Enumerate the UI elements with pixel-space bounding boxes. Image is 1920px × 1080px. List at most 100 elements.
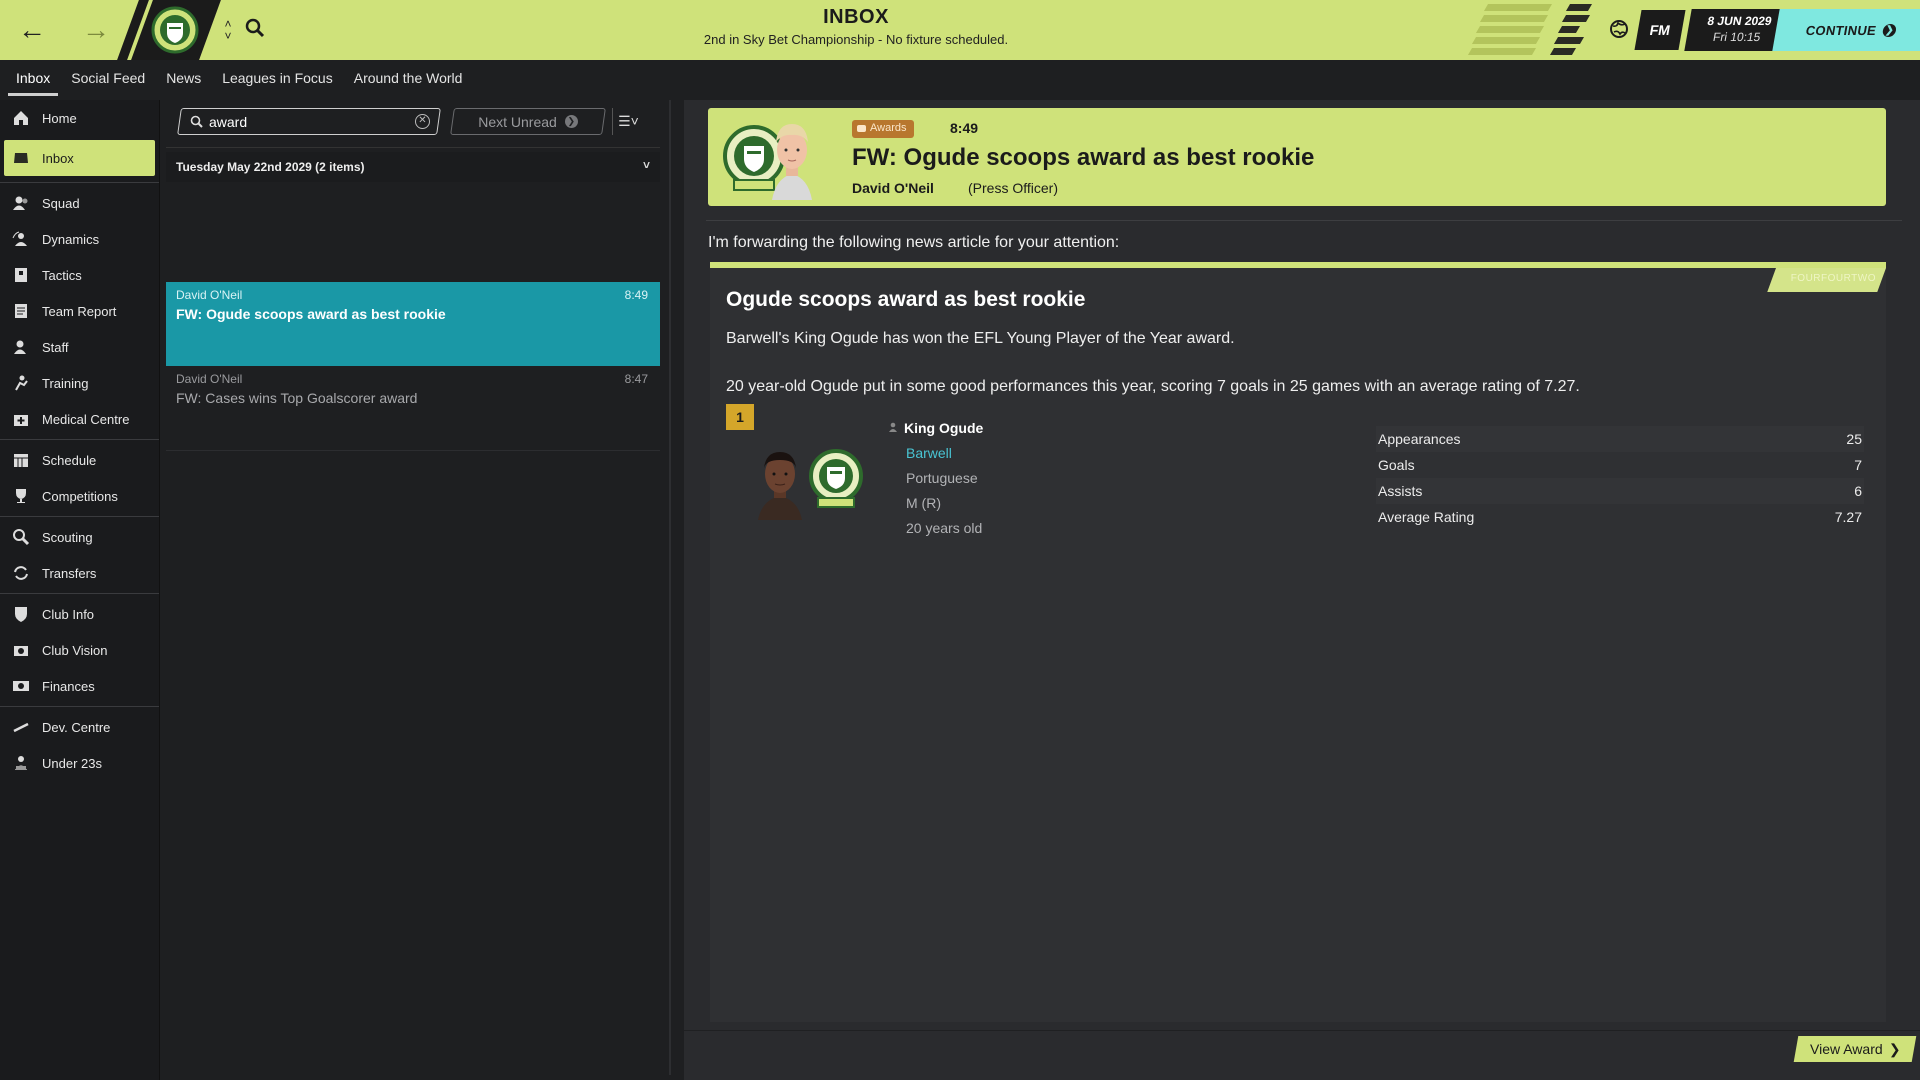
player-position: M (R): [906, 495, 941, 511]
message-detail-pane: Awards 8:49 FW: Ogude scoops award as be…: [684, 100, 1920, 1080]
up-down-arrows-icon[interactable]: ˄ ˅: [219, 14, 237, 46]
fm-label: FM: [1648, 22, 1672, 38]
divider: [684, 1030, 1920, 1031]
divider: [706, 220, 1902, 221]
continue-button[interactable]: CONTINUE ❯: [1772, 9, 1920, 51]
scouting-icon: [12, 528, 30, 546]
continue-label: CONTINUE: [1804, 22, 1878, 38]
next-unread-button[interactable]: Next Unread ❯: [450, 108, 606, 135]
fm-logo[interactable]: FM: [1634, 10, 1686, 50]
clear-search-icon[interactable]: ✕: [415, 114, 430, 129]
message-time: 8:49: [624, 288, 648, 302]
sidebar-item-dynamics[interactable]: Dynamics: [0, 221, 159, 257]
ticket-icon: [857, 125, 866, 132]
sidebar-item-inbox[interactable]: Inbox: [4, 140, 155, 176]
list-options-menu-icon[interactable]: ☰˅: [612, 108, 644, 135]
decorative-bar: [1549, 48, 1577, 55]
sidebar-item-scouting[interactable]: Scouting: [0, 519, 159, 555]
awards-tag: Awards: [852, 120, 915, 138]
current-date: 8 JUN 2029: [1706, 14, 1773, 28]
page-title-block: INBOX 2nd in Sky Bet Championship - No f…: [600, 6, 1112, 47]
sidebar-item-dev-centre[interactable]: Dev. Centre: [0, 709, 159, 745]
sidebar-item-label: Competitions: [42, 488, 118, 504]
tab-leagues-in-focus[interactable]: Leagues in Focus: [214, 60, 341, 96]
page-subtitle: 2nd in Sky Bet Championship - No fixture…: [703, 32, 1009, 47]
sidebar-divider: [0, 439, 159, 440]
tab-around-the-world[interactable]: Around the World: [346, 60, 471, 96]
search-input[interactable]: [209, 113, 409, 130]
pane-splitter[interactable]: [669, 100, 671, 1075]
training-icon: [12, 374, 30, 392]
sidebar-item-squad[interactable]: Squad: [0, 185, 159, 221]
world-icon[interactable]: [1608, 18, 1630, 40]
message-sender: David O'Neil: [176, 372, 243, 386]
tactics-icon: [12, 266, 30, 284]
tab-bar: Inbox Social Feed News Leagues in Focus …: [0, 60, 1920, 96]
sidebar-item-transfers[interactable]: Transfers: [0, 555, 159, 591]
view-award-button[interactable]: View Award ❯: [1793, 1036, 1917, 1062]
club-crest-icon[interactable]: [150, 5, 200, 55]
sidebar-item-label: Transfers: [42, 565, 97, 581]
sidebar-item-tactics[interactable]: Tactics: [0, 257, 159, 293]
decorative-bar: [1467, 48, 1537, 55]
search-box[interactable]: ✕: [177, 108, 441, 135]
sidebar-item-team-report[interactable]: Team Report: [0, 293, 159, 329]
news-article: FOURFOURTWO Ogude scoops award as best r…: [710, 262, 1886, 1022]
tag-label: Awards: [870, 122, 907, 134]
sidebar-item-finances[interactable]: Finances: [0, 668, 159, 704]
decorative-bar: [1561, 15, 1591, 22]
decorative-bar: [1479, 15, 1549, 22]
home-icon: [12, 109, 30, 127]
player-name[interactable]: King Ogude: [904, 420, 983, 436]
next-arrow-icon: ❯: [564, 115, 578, 128]
tab-news[interactable]: News: [158, 60, 209, 96]
top-bar: ← → ˄ ˅ INBOX 2nd in Sky Bet Championship…: [0, 0, 1920, 60]
inbox-icon: [12, 149, 30, 167]
message-list-item[interactable]: David O'Neil 8:49 FW: Ogude scoops award…: [166, 282, 660, 366]
current-day-time: Fri 10:15: [1711, 30, 1762, 44]
sidebar-item-label: Training: [42, 375, 89, 391]
divider: [166, 450, 660, 451]
stat-row: Appearances 25: [1376, 426, 1864, 452]
message-list-item[interactable]: David O'Neil 8:47 FW: Cases wins Top Goa…: [166, 366, 660, 450]
stat-row: Assists 6: [1376, 478, 1864, 504]
message-subject: FW: Ogude scoops award as best rookie: [176, 306, 446, 322]
player-photo[interactable]: [754, 444, 806, 520]
message-header: Awards 8:49 FW: Ogude scoops award as be…: [708, 108, 1886, 206]
sidebar-item-label: Schedule: [42, 452, 97, 468]
staff-icon: [12, 338, 30, 356]
sidebar-item-home[interactable]: Home: [0, 100, 159, 136]
sidebar-item-under-23s[interactable]: Under 23s: [0, 745, 159, 781]
player-age: 20 years old: [906, 520, 983, 536]
sidebar-divider: [0, 593, 159, 594]
tab-inbox[interactable]: Inbox: [8, 60, 59, 96]
sidebar-item-club-vision[interactable]: Club Vision: [0, 632, 159, 668]
sidebar-item-staff[interactable]: Staff: [0, 329, 159, 365]
message-subject: FW: Ogude scoops award as best rookie: [852, 144, 1315, 171]
search-icon[interactable]: [244, 17, 266, 39]
trophy-icon: [12, 487, 30, 505]
sidebar-item-label: Dynamics: [42, 231, 100, 247]
sidebar-item-competitions[interactable]: Competitions: [0, 478, 159, 514]
back-arrow-icon[interactable]: ←: [14, 14, 50, 46]
sidebar-item-label: Dev. Centre: [42, 719, 111, 735]
sidebar-item-club-info[interactable]: Club Info: [0, 596, 159, 632]
message-sender[interactable]: David O'Neil: [852, 180, 934, 196]
date-group-header[interactable]: Tuesday May 22nd 2029 (2 items) ˅: [166, 152, 660, 182]
sidebar-item-medical-centre[interactable]: Medical Centre: [0, 401, 159, 437]
club-crest-icon[interactable]: [808, 448, 864, 510]
tab-social-feed[interactable]: Social Feed: [63, 60, 153, 96]
inbox-list-pane: ✕ Next Unread ❯ ☰˅ Tuesday May 22nd 2029…: [166, 100, 660, 1080]
article-paragraph: Barwell's King Ogude has won the EFL You…: [726, 330, 1235, 347]
message-intro: I'm forwarding the following news articl…: [708, 234, 1120, 251]
sidebar-item-training[interactable]: Training: [0, 365, 159, 401]
player-club-link[interactable]: Barwell: [906, 445, 952, 461]
schedule-icon: [12, 451, 30, 469]
next-unread-label: Next Unread: [478, 113, 557, 130]
dynamics-icon: [12, 230, 30, 248]
article-paragraph: 20 year-old Ogude put in some good perfo…: [726, 378, 1580, 395]
chevron-down-icon[interactable]: ˅: [643, 158, 650, 172]
sidebar-item-schedule[interactable]: Schedule: [0, 442, 159, 478]
forward-arrow-icon[interactable]: →: [78, 14, 114, 46]
rank-badge: 1: [726, 404, 754, 430]
